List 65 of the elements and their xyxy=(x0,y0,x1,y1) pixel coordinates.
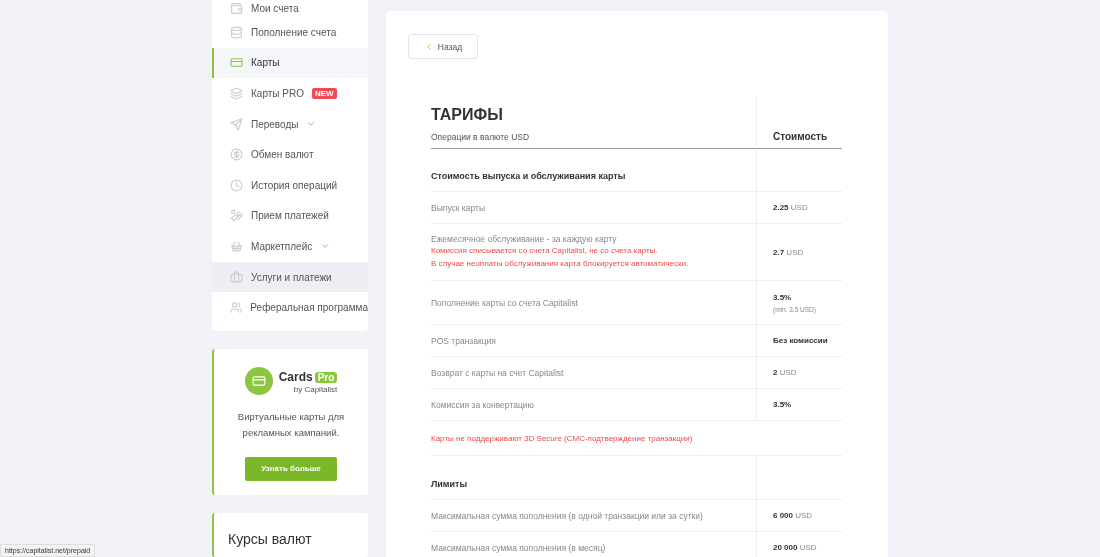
tariff-label: Комиссия за конвертацию xyxy=(431,399,535,410)
tariff-label: POS транзакция xyxy=(431,335,497,346)
warning-note: В случае неоплаты обслуживания карта блокируется автоматически. xyxy=(431,258,690,270)
menu-label: Услуги и платежи xyxy=(251,271,332,283)
menu-item[interactable]: Услуги и платежи xyxy=(212,261,368,293)
promo-text: Виртуальные карты для рекламных кампаний. xyxy=(236,409,346,440)
new-badge: NEW xyxy=(311,88,337,99)
menu-item[interactable]: Карты xyxy=(212,47,368,79)
menu-item[interactable]: Прием платежей xyxy=(212,200,368,232)
tariff-value: 6 000 USD xyxy=(773,511,814,520)
menu-icon xyxy=(230,148,243,162)
menu-item[interactable]: Пополнение счета xyxy=(212,17,368,48)
tariff-label: Пополнение карты со счета Capitalist xyxy=(431,297,579,308)
warning-note: Комиссия списывается со счета Capitalist, не со счета карты. xyxy=(431,245,659,257)
brand-name: Cards xyxy=(278,370,313,385)
menu-item[interactable]: История операций xyxy=(212,169,368,201)
rates-title: Курсы валют xyxy=(228,530,312,547)
tariff-label: Ежемесячное обслуживание - за каждую карту xyxy=(431,234,618,244)
menu-icon xyxy=(230,2,243,15)
warning-note: Карты не поддерживают 3D Secure (СМС-подтверждение транзакции) xyxy=(431,432,694,445)
brand-tag: Pro xyxy=(314,372,338,384)
tariff-value: 2.7 USD xyxy=(773,247,805,257)
tariff-value: 2 USD xyxy=(773,368,798,377)
menu-item[interactable]: Переводы xyxy=(212,108,368,140)
menu-label: Обмен валют xyxy=(251,149,314,161)
tariff-label: Максимальная сумма пополнения (в одной транзакции или за сутки) xyxy=(431,510,704,521)
menu-label: Пополнение счета xyxy=(251,26,337,38)
menu-icon xyxy=(230,178,243,192)
menu-label: Переводы xyxy=(251,118,299,130)
menu-label: История операций xyxy=(251,179,338,191)
tariff-value: Без комиссии xyxy=(773,336,829,345)
menu-icon xyxy=(230,87,243,100)
menu-label: Маркетплейс xyxy=(251,240,313,252)
tariff-value: 3.5% xyxy=(773,292,793,302)
tariff-value: 2.25 USD xyxy=(773,203,809,212)
menu-label: Прием платежей xyxy=(251,210,329,222)
section-title: Лимиты xyxy=(431,477,469,489)
page-subtitle: Операции в валюте USD xyxy=(431,132,531,142)
tariff-label: Возврат с карты на счет Capitalist xyxy=(431,367,565,378)
menu-item[interactable]: Обмен валют xyxy=(212,139,368,170)
card-logo-icon xyxy=(244,366,273,395)
tariff-value: 20 000 USD xyxy=(773,543,818,552)
menu-icon xyxy=(230,56,243,70)
menu-item[interactable]: Маркетплейс xyxy=(212,231,368,262)
menu-icon xyxy=(230,209,243,223)
back-button[interactable]: Назад xyxy=(408,34,478,59)
menu-label: Карты PRO xyxy=(251,88,304,99)
menu-icon xyxy=(230,270,243,284)
menu-item[interactable]: Реферальная программа xyxy=(212,292,368,323)
menu-item[interactable]: Карты PRO NEW xyxy=(212,78,368,109)
menu-icon xyxy=(230,239,243,253)
menu-icon xyxy=(230,301,243,315)
menu-label: Карты xyxy=(251,57,280,69)
menu-icon xyxy=(230,25,243,39)
tariff-value: 3.5% xyxy=(773,400,793,409)
column-header: Стоимость xyxy=(773,131,829,142)
menu-label: Мои счета xyxy=(251,3,299,14)
menu-icon xyxy=(230,117,243,131)
page-title: ТАРИФЫ xyxy=(431,106,504,124)
menu-item[interactable]: Мои счета xyxy=(212,0,368,17)
section-title: Стоимость выпуска и обслуживания карты xyxy=(431,170,627,181)
menu-label: Реферальная программа xyxy=(250,302,368,314)
tariff-label: Выпуск карты xyxy=(431,202,487,213)
brand-byline: by Capitalist xyxy=(293,385,338,395)
tariff-label: Максимальная сумма пополнения (в месяц) xyxy=(431,542,607,553)
